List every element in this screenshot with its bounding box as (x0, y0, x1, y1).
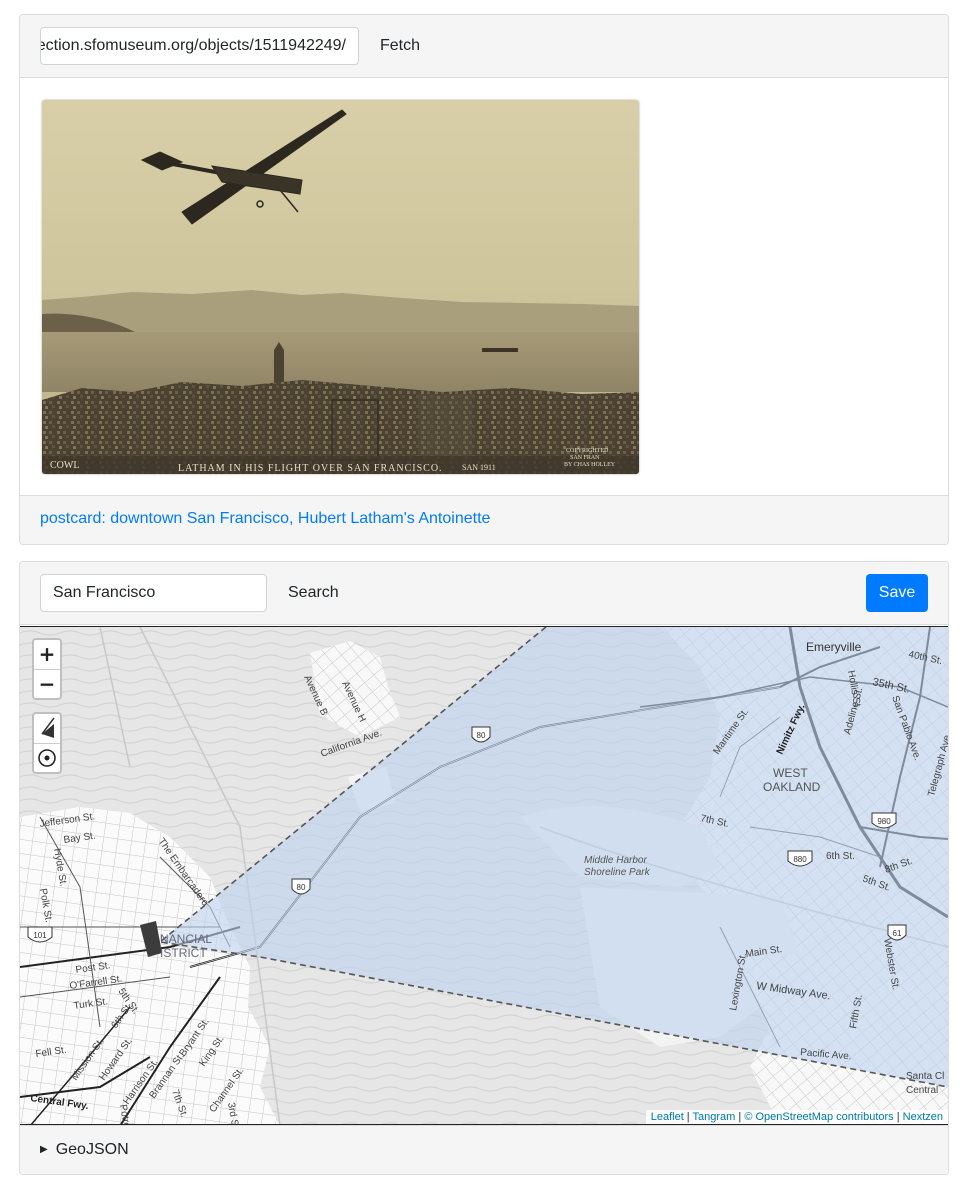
postcard-copyright-3: BY CHAS HOLLEY (564, 462, 616, 468)
zoom-out-button[interactable]: − (34, 669, 60, 698)
shield-80-b-label: 80 (297, 883, 306, 892)
search-bar: San Francisco Search Save (20, 562, 948, 625)
map[interactable]: 80 80 101 980 880 61 Emeryville WEST OAK… (20, 626, 948, 1125)
postcard-copyright-2: SAN FRAN (570, 455, 600, 461)
attribution-leaflet-link[interactable]: Leaflet (651, 1111, 684, 1123)
search-button[interactable]: Search (288, 574, 339, 612)
fetch-bar: https://collection.sfomuseum.org/objects… (20, 15, 948, 78)
map-tiles: 80 80 101 980 880 61 Emeryville WEST OAK… (20, 627, 948, 1124)
postcard-caption-left: COWL (50, 460, 79, 471)
shield-980-label: 980 (877, 817, 891, 826)
locate-button[interactable] (34, 743, 60, 772)
object-card: https://collection.sfomuseum.org/objects… (19, 14, 949, 545)
attribution-separator: | (893, 1111, 903, 1123)
attribution-osm-link[interactable]: © OpenStreetMap contributors (744, 1111, 893, 1123)
label-emeryville: Emeryville (806, 640, 862, 654)
attribution-nextzen-link[interactable]: Nextzen (903, 1111, 943, 1123)
label-west-oakland-2: OAKLAND (763, 780, 821, 794)
zoom-control: + − (32, 638, 62, 700)
label-middle-harbor-1: Middle Harbor (584, 855, 647, 866)
shield-880-label: 880 (793, 855, 807, 864)
zoom-in-button[interactable]: + (34, 640, 60, 669)
attribution-separator: | (683, 1111, 693, 1123)
label-middle-harbor-2: Shoreline Park (584, 867, 651, 878)
postcard-copyright: COPYRIGHTED (566, 448, 609, 454)
object-caption-bar: postcard: downtown San Francisco, Hubert… (20, 495, 948, 544)
attribution-tangram-link[interactable]: Tangram (693, 1111, 736, 1123)
label-6th-oak: 6th St. (826, 851, 855, 862)
object-url-input[interactable]: https://collection.sfomuseum.org/objects… (40, 27, 359, 65)
draw-camera-button[interactable] (34, 714, 60, 743)
camera-fov-icon (41, 717, 55, 738)
locate-icon (38, 749, 56, 767)
save-button[interactable]: Save (866, 574, 928, 612)
label-west-oakland-1: WEST (773, 766, 808, 780)
shield-101-label: 101 (33, 931, 47, 940)
geotag-card: San Francisco Search Save 80 80 101 980 … (19, 561, 949, 1175)
geojson-summary[interactable]: ▶ GeoJSON (40, 1141, 129, 1159)
geojson-details-bar: ▶ GeoJSON (20, 1125, 948, 1174)
label-financial-1: NANCIAL (160, 932, 212, 946)
map-attribution: Leaflet | Tangram | © OpenStreetMap cont… (645, 1110, 948, 1124)
label-financial-2: ISTRICT (160, 946, 207, 960)
geojson-summary-label: GeoJSON (55, 1141, 129, 1158)
fetch-button[interactable]: Fetch (380, 27, 420, 65)
object-title-link[interactable]: postcard: downtown San Francisco, Hubert… (40, 510, 490, 528)
attribution-separator: | (735, 1111, 745, 1123)
disclosure-triangle-icon: ▶ (40, 1144, 48, 1155)
label-santa-clara: Santa Cl (906, 1071, 944, 1082)
map-tools (32, 712, 62, 774)
postcard-caption: LATHAM IN HIS FLIGHT OVER SAN FRANCISCO. (178, 463, 443, 474)
label-central-alameda: Central (906, 1085, 938, 1096)
postcard-date: SAN 1911 (462, 463, 496, 472)
shield-61-label: 61 (893, 929, 902, 938)
postcard-image: COWL LATHAM IN HIS FLIGHT OVER SAN FRANC… (42, 100, 639, 474)
search-input[interactable]: San Francisco (40, 574, 267, 612)
shield-80-label: 80 (477, 731, 486, 740)
